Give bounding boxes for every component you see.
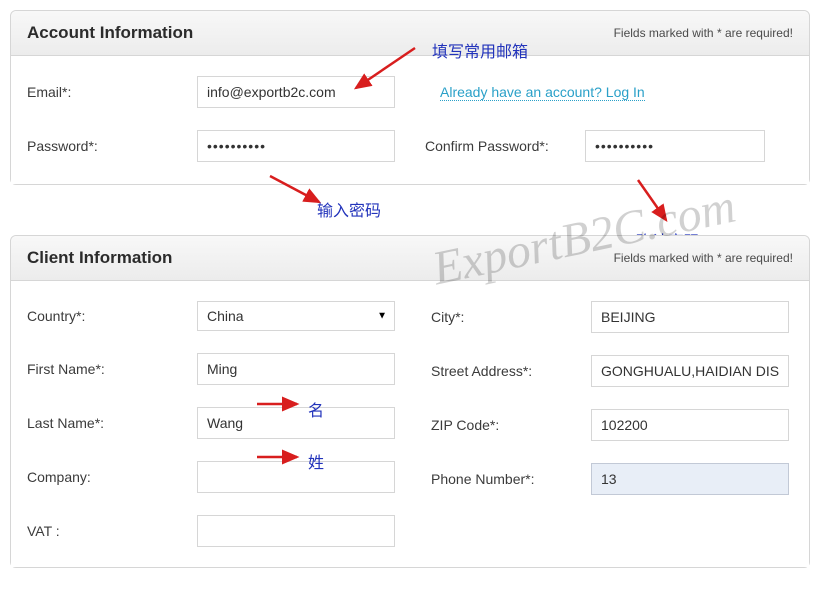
password-input[interactable] [197, 130, 395, 162]
phone-input[interactable] [591, 463, 789, 495]
client-panel-body: Country*: China ▼ First Name*: [11, 281, 809, 567]
lastname-input[interactable] [197, 407, 395, 439]
firstname-input[interactable] [197, 353, 395, 385]
zip-label: ZIP Code*: [431, 417, 591, 433]
client-panel-title: Client Information [27, 248, 172, 268]
confirm-password-input[interactable] [585, 130, 765, 162]
phone-label: Phone Number*: [431, 471, 591, 487]
country-label: Country*: [27, 308, 197, 324]
email-input[interactable] [197, 76, 395, 108]
firstname-label: First Name*: [27, 361, 197, 377]
city-input[interactable] [591, 301, 789, 333]
account-panel-header: Account Information Fields marked with *… [11, 11, 809, 56]
street-label: Street Address*: [431, 363, 591, 379]
account-required-note: Fields marked with * are required! [614, 26, 793, 40]
vat-label: VAT : [27, 523, 197, 539]
lastname-label: Last Name*: [27, 415, 197, 431]
account-information-panel: Account Information Fields marked with *… [10, 10, 810, 185]
client-panel-header: Client Information Fields marked with * … [11, 236, 809, 281]
city-label: City*: [431, 309, 591, 325]
email-label: Email*: [27, 84, 197, 100]
password-label: Password*: [27, 138, 197, 154]
annotation-enter-password: 输入密码 [317, 197, 381, 221]
company-input[interactable] [197, 461, 395, 493]
zip-input[interactable] [591, 409, 789, 441]
login-link[interactable]: Already have an account? Log In [440, 84, 645, 101]
account-panel-title: Account Information [27, 23, 193, 43]
client-required-note: Fields marked with * are required! [614, 251, 793, 265]
confirm-password-label: Confirm Password*: [425, 138, 585, 154]
company-label: Company: [27, 469, 197, 485]
client-information-panel: Client Information Fields marked with * … [10, 235, 810, 568]
street-input[interactable] [591, 355, 789, 387]
vat-input[interactable] [197, 515, 395, 547]
account-panel-body: Email*: Already have an account? Log In … [11, 56, 809, 184]
country-select[interactable]: China [197, 301, 395, 331]
